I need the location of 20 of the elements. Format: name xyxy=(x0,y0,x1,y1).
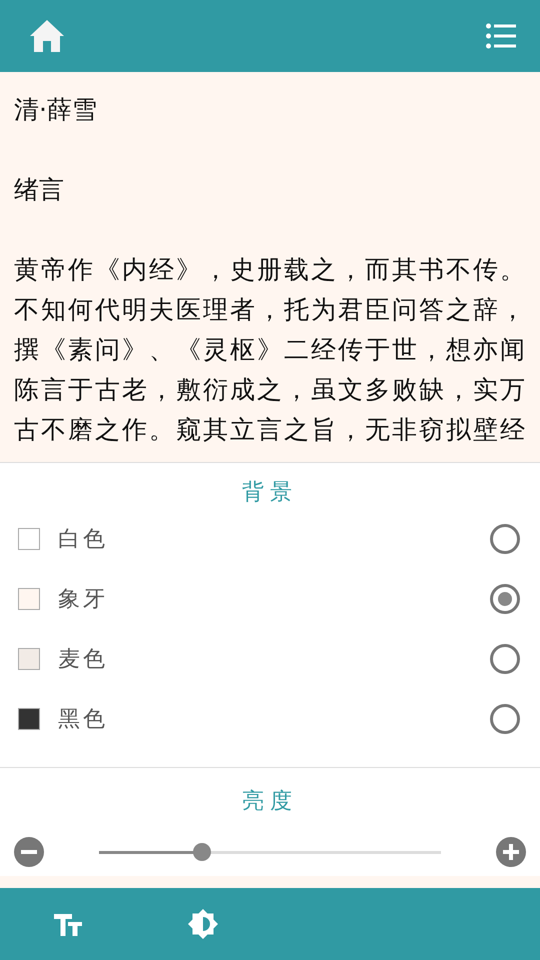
chapter-heading: 绪言 xyxy=(14,174,64,206)
panel-title: 亮度 xyxy=(242,788,298,816)
radio-button[interactable] xyxy=(490,704,520,734)
plus-icon[interactable] xyxy=(496,837,526,867)
radio-button[interactable] xyxy=(490,524,520,554)
brightness-icon[interactable] xyxy=(186,908,218,940)
minus-icon[interactable] xyxy=(14,837,44,867)
panel-title: 背景 xyxy=(242,479,298,507)
author-text: 清·薛雪 xyxy=(14,94,97,126)
option-label: 白色 xyxy=(58,526,108,554)
text-size-icon[interactable] xyxy=(52,912,82,936)
slider-thumb[interactable] xyxy=(192,843,211,861)
home-icon[interactable] xyxy=(30,20,64,52)
list-icon[interactable] xyxy=(486,23,516,49)
body-paragraph: 黄帝作《内经》，史册载之，而其书不传。不知何代明夫医理者，托为君臣问答之辞，撰《素问》、《灵枢》二经传于世，想亦闻陈言于古老，敷衍成之，虽文多败缺，实万古不磨之作。窥其立言之旨，无非窃拟壁经 xyxy=(14,254,528,446)
option-label: 黑色 xyxy=(58,706,108,734)
option-label: 麦色 xyxy=(58,646,108,674)
radio-button[interactable] xyxy=(490,644,520,674)
radio-button[interactable] xyxy=(490,584,520,614)
option-label: 象牙 xyxy=(58,586,108,614)
